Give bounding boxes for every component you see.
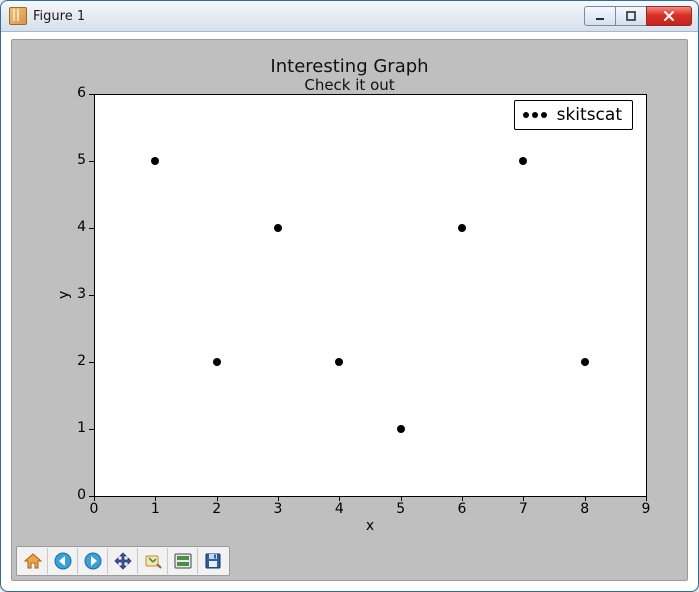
home-icon — [23, 551, 43, 571]
legend: skitscat — [514, 100, 633, 130]
matplotlib-toolbar — [16, 546, 230, 576]
data-point — [397, 425, 405, 433]
y-tick-label: 5 — [66, 152, 86, 168]
x-tick-label: 8 — [570, 501, 600, 517]
data-point — [581, 358, 589, 366]
arrow-right-icon — [83, 551, 103, 571]
chart-subtitle: Check it out — [12, 76, 687, 94]
plot-area[interactable] — [94, 94, 646, 496]
minimize-button[interactable] — [584, 6, 616, 26]
x-tick-label: 6 — [447, 501, 477, 517]
subplots-button[interactable] — [168, 548, 198, 574]
data-point — [274, 224, 282, 232]
x-tick-label: 7 — [508, 501, 538, 517]
close-button[interactable] — [646, 6, 692, 26]
figure-canvas: Interesting Graph Check it out y x skits… — [11, 39, 688, 581]
x-tick-label: 1 — [140, 501, 170, 517]
y-tick-label: 0 — [66, 487, 86, 503]
data-point — [335, 358, 343, 366]
subplots-icon — [173, 551, 193, 571]
move-icon — [113, 551, 133, 571]
data-point — [519, 157, 527, 165]
titlebar[interactable]: Figure 1 — [1, 1, 698, 32]
data-point — [458, 224, 466, 232]
zoom-button[interactable] — [138, 548, 168, 574]
app-icon — [9, 7, 27, 25]
maximize-icon — [626, 11, 636, 21]
window-controls — [585, 6, 692, 26]
minimize-icon — [595, 11, 605, 21]
figure-window: Figure 1 Interesting Graph Check it out … — [0, 0, 699, 592]
close-icon — [663, 10, 675, 22]
window-title: Figure 1 — [33, 9, 585, 24]
legend-entry-label: skitscat — [557, 105, 622, 125]
forward-button[interactable] — [78, 548, 108, 574]
y-tick-label: 1 — [66, 420, 86, 436]
y-tick-label: 2 — [66, 353, 86, 369]
back-button[interactable] — [48, 548, 78, 574]
y-tick-label: 6 — [66, 85, 86, 101]
arrow-left-icon — [53, 551, 73, 571]
x-tick-label: 9 — [631, 501, 661, 517]
zoom-rect-icon — [143, 551, 163, 571]
legend-marker-icon — [523, 112, 547, 118]
x-tick-label: 3 — [263, 501, 293, 517]
x-tick-label: 2 — [202, 501, 232, 517]
data-point — [213, 358, 221, 366]
x-tick-label: 5 — [386, 501, 416, 517]
x-tick-label: 0 — [79, 501, 109, 517]
data-point — [151, 157, 159, 165]
y-tick-label: 4 — [66, 219, 86, 235]
x-tick-label: 4 — [324, 501, 354, 517]
maximize-button[interactable] — [615, 6, 647, 26]
chart-title: Interesting Graph — [12, 56, 687, 77]
home-button[interactable] — [18, 548, 48, 574]
pan-button[interactable] — [108, 548, 138, 574]
y-tick-label: 3 — [66, 286, 86, 302]
save-icon — [203, 551, 223, 571]
x-axis-label: x — [94, 518, 646, 534]
save-button[interactable] — [198, 548, 228, 574]
